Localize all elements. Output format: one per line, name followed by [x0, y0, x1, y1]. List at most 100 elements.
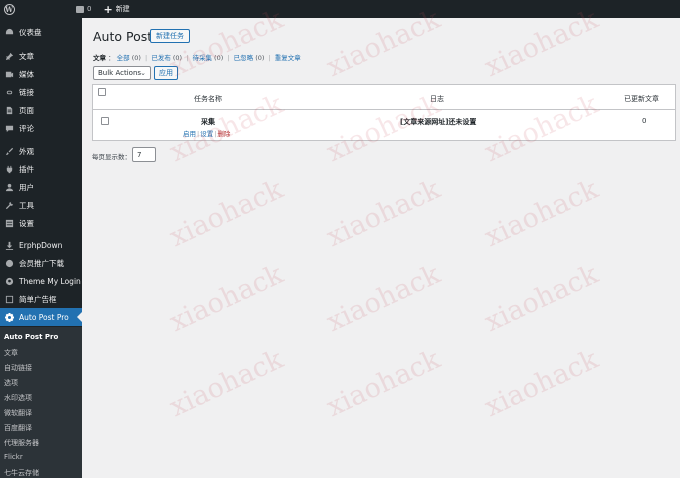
auto-post-pro-submenu: Auto Post Pro 文章 自动链接 选项 水印选项 微软翻译 百度翻译 …	[0, 327, 82, 478]
sidebar-item-dashboard[interactable]: 仪表盘	[0, 23, 82, 41]
sidebar-item-users[interactable]: 用户	[0, 178, 82, 196]
enable-link[interactable]: 启用	[183, 130, 196, 138]
submenu-item[interactable]: 选项	[4, 378, 18, 388]
row-actions: 启用|设置|删除	[183, 128, 230, 138]
filter-separator: |	[227, 54, 230, 62]
select-all-checkbox[interactable]	[98, 88, 106, 96]
filter-separator: |	[186, 54, 189, 62]
login-icon	[4, 276, 14, 286]
plus-icon: +	[103, 2, 113, 16]
sidebar-item-settings[interactable]: 设置	[0, 214, 82, 232]
submenu-item[interactable]: 七牛云存储	[4, 468, 39, 478]
task-name[interactable]: 采集	[201, 117, 215, 127]
plugin-icon	[4, 164, 14, 174]
submenu-item[interactable]: 百度翻译	[4, 423, 32, 433]
column-header-log: 日志	[430, 95, 444, 103]
link-icon	[4, 87, 14, 97]
sidebar-item-label: 简单广告框	[19, 294, 57, 304]
globe-icon	[4, 258, 14, 268]
comments-link[interactable]: 0	[76, 5, 91, 13]
filter-separator: |	[268, 54, 271, 62]
filters-label: 文章	[93, 54, 106, 62]
task-log: [文章来源网址]还未设置	[400, 118, 477, 126]
wrench-icon	[4, 200, 14, 210]
sidebar-item-comments[interactable]: 评论	[0, 119, 82, 137]
submenu-item[interactable]: Flickr	[4, 453, 23, 461]
sidebar-item-posts[interactable]: 文章	[0, 47, 82, 65]
sidebar-item-label: 设置	[19, 218, 34, 228]
sidebar-item-label: 页面	[19, 105, 34, 115]
dashboard-icon	[4, 27, 14, 37]
filter-published[interactable]: 已发布	[151, 54, 171, 62]
main-content: Auto Post 新建任务 文章 ： 全部 (0) | 已发布 (0) | 待…	[82, 18, 680, 478]
row-checkbox[interactable]	[101, 117, 109, 125]
page-icon	[4, 105, 14, 115]
submenu-item[interactable]: 文章	[4, 348, 18, 358]
comment-icon	[4, 123, 14, 133]
sidebar-item-media[interactable]: 媒体	[0, 65, 82, 83]
admin-bar: W 0 + 新建	[0, 0, 680, 18]
sidebar-item-label: Auto Post Pro	[19, 312, 69, 322]
sidebar-item-label: 文章	[19, 51, 34, 61]
sidebar-item-appearance[interactable]: 外观	[0, 142, 82, 160]
brush-icon	[4, 146, 14, 156]
table-header: 任务名称 日志 已更新文章	[93, 85, 675, 110]
filter-ignored[interactable]: 已忽略	[234, 54, 254, 62]
gear-icon	[4, 312, 14, 322]
sidebar-item-label: ErphpDown	[19, 240, 63, 250]
sidebar-item-label: 链接	[19, 87, 34, 97]
bulk-actions-select[interactable]: Bulk Actions ⌄	[93, 66, 151, 80]
sidebar-item-tools[interactable]: 工具	[0, 196, 82, 214]
settings-icon	[4, 218, 14, 228]
add-new-task-button[interactable]: 新建任务	[150, 29, 190, 43]
user-icon	[4, 182, 14, 192]
filter-duplicates[interactable]: 重复文章	[275, 54, 301, 62]
filters-colon: ：	[108, 54, 115, 62]
download-icon	[4, 240, 14, 250]
new-content-label: 新建	[115, 5, 130, 13]
settings-link[interactable]: 设置	[200, 130, 213, 138]
submenu-item[interactable]: Auto Post Pro	[4, 333, 58, 341]
sidebar-item-simple-ad-box[interactable]: 简单广告框	[0, 290, 82, 308]
filter-pending[interactable]: 待采集	[192, 54, 212, 62]
pin-icon	[4, 51, 14, 61]
sidebar-item-member-promo[interactable]: 会员推广下载	[0, 254, 82, 272]
filter-count: (0)	[172, 54, 183, 62]
new-content-button[interactable]: + 新建	[103, 4, 129, 15]
sidebar-item-label: 评论	[19, 123, 34, 133]
admin-sidebar: 仪表盘 文章 媒体 链接 页面 评论 外观 插件 用户 工具 设置 ErphpD…	[0, 18, 82, 478]
filter-count: (0)	[131, 54, 141, 62]
column-header-task-name[interactable]: 任务名称	[194, 94, 222, 104]
sidebar-item-label: 插件	[19, 164, 34, 174]
submenu-item[interactable]: 代理服务器	[4, 438, 39, 448]
sidebar-item-plugins[interactable]: 插件	[0, 160, 82, 178]
sidebar-item-label: 仪表盘	[19, 27, 42, 37]
page-title: Auto Post	[93, 29, 153, 44]
comment-bubble-icon	[76, 5, 84, 13]
delete-link[interactable]: 删除	[217, 130, 230, 138]
chevron-down-icon: ⌄	[140, 69, 146, 77]
status-filters: 文章 ： 全部 (0) | 已发布 (0) | 待采集 (0) | 已忽略 (0…	[93, 52, 301, 62]
sidebar-item-theme-my-login[interactable]: Theme My Login	[0, 272, 82, 290]
sidebar-item-erphpdown[interactable]: ErphpDown	[0, 236, 82, 254]
submenu-item[interactable]: 水印选项	[4, 393, 32, 403]
sidebar-item-links[interactable]: 链接	[0, 83, 82, 101]
submenu-item[interactable]: 微软翻译	[4, 408, 32, 418]
sidebar-item-label: 用户	[19, 182, 34, 192]
filter-count: (0)	[255, 54, 265, 62]
sidebar-item-auto-post-pro[interactable]: Auto Post Pro	[0, 308, 82, 326]
per-page-input[interactable]	[132, 147, 156, 162]
filter-all[interactable]: 全部	[117, 54, 130, 62]
column-header-updated-posts: 已更新文章	[624, 95, 659, 103]
tasks-table: 任务名称 日志 已更新文章 采集 [文章来源网址]还未设置 0 启用|设置|删除	[92, 84, 676, 141]
submenu-item[interactable]: 自动链接	[4, 363, 32, 373]
task-updated-count: 0	[642, 117, 647, 125]
apply-button[interactable]: 应用	[154, 66, 178, 80]
sidebar-item-label: Theme My Login	[19, 276, 81, 286]
per-page-label: 每页显示数：	[92, 153, 131, 161]
sidebar-item-pages[interactable]: 页面	[0, 101, 82, 119]
wordpress-logo-icon[interactable]: W	[0, 0, 18, 18]
sidebar-item-label: 会员推广下载	[19, 258, 64, 268]
action-separator: |	[197, 130, 200, 138]
sidebar-item-label: 媒体	[19, 69, 34, 79]
